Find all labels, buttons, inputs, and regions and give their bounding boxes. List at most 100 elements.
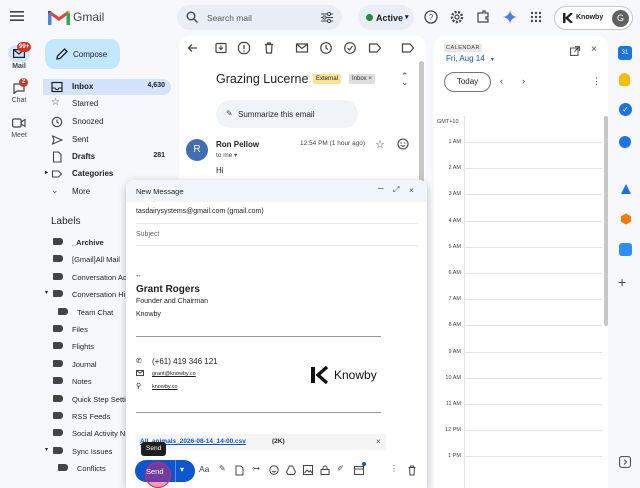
label-item[interactable]: Notes [43,373,131,389]
signature-pen-icon[interactable]: ✐ [337,464,344,473]
remove-attachment-icon[interactable]: × [376,437,381,446]
insert-photo-icon[interactable] [303,465,313,475]
more-options-icon[interactable]: ⋮ [390,464,398,473]
subject-field[interactable]: Subject [136,231,159,238]
insert-emoji-icon[interactable] [269,465,279,475]
add-task-icon[interactable] [343,41,357,55]
snooze-clock-icon[interactable] [319,41,333,55]
avatar[interactable]: G [612,10,629,27]
addon-triangle-icon[interactable] [620,183,632,195]
open-in-new-icon[interactable] [570,46,580,56]
rail-chat-label[interactable]: Chat [1,97,37,104]
label-item[interactable]: _Archive [43,234,131,250]
insert-link-icon[interactable]: ⊶ [252,464,260,473]
label-item[interactable]: Journal [43,356,131,372]
label-item[interactable]: Conflicts [48,460,136,476]
signature-web-link[interactable]: knowby.co [152,384,178,390]
to-field[interactable]: tasdairysystems@gmail.com (gmail.com) [136,208,264,215]
calendar-app-icon[interactable]: 31 [618,46,632,60]
expand-arrow-icon[interactable]: ▸ [45,169,48,176]
delete-icon[interactable] [262,41,276,55]
tasks-app-icon[interactable]: ✓ [619,103,632,116]
rail-meet-label[interactable]: Meet [1,132,37,139]
expand-arrow-icon[interactable]: ▾ [45,289,48,296]
gemini-icon[interactable] [503,10,517,24]
label-item[interactable]: RSS Feeds [43,408,131,424]
label-item[interactable]: Files [43,321,131,337]
settings-gear-icon[interactable] [450,10,464,24]
next-day-icon[interactable]: › [522,76,525,86]
close-icon[interactable]: × [409,185,414,195]
move-to-icon[interactable] [368,41,382,55]
addon-hexagon-icon[interactable] [620,213,632,225]
nav-item-snoozed[interactable]: Snoozed [43,114,171,130]
label-item[interactable]: Conversation Ac [43,269,131,285]
search-input[interactable]: Search mail [207,13,252,23]
zoom-addon-icon[interactable] [619,243,632,256]
previous-day-icon[interactable]: ‹ [500,76,503,86]
sender-name[interactable]: Ron Pellow [216,140,259,149]
signature-email-link[interactable]: grant@knowby.co [152,371,196,377]
attach-file-icon[interactable] [235,465,244,476]
expand-collapse-icon[interactable]: ⌃ ⌄ [401,72,409,87]
attachment-chip[interactable]: All_animals_2026-08-14_14-00.csv (2K) × [136,434,386,450]
label-item[interactable]: [Gmail]All Mail [43,251,131,267]
compose-button[interactable]: Compose [45,39,120,69]
discard-draft-icon[interactable] [407,465,417,476]
google-drive-icon[interactable] [286,465,296,475]
get-addons-icon[interactable]: + [618,274,626,290]
report-spam-icon[interactable] [237,41,251,55]
confidential-mode-icon[interactable] [320,465,330,475]
emoji-react-icon[interactable] [397,138,409,150]
meet-video-icon[interactable] [12,118,26,128]
help-icon[interactable]: ? [424,10,438,24]
rail-mail-label[interactable]: Mail [1,63,37,70]
minimize-icon[interactable]: – [378,183,384,194]
gmail-logo-icon[interactable] [48,9,70,25]
keep-app-icon[interactable] [619,73,630,86]
calendar-scrollbar[interactable] [604,116,608,326]
send-options-chevron-icon[interactable]: ▾ [180,465,184,474]
today-button[interactable]: Today [444,72,491,92]
search-options-icon[interactable] [321,12,333,23]
back-arrow-icon[interactable] [186,41,200,55]
label-item[interactable]: Social Activity N [43,425,131,441]
search-bar[interactable]: Search mail [177,5,342,30]
search-icon[interactable] [186,11,198,23]
nav-item-drafts[interactable]: Drafts 281 [43,149,171,165]
star-icon[interactable]: ☆ [375,138,385,151]
ai-write-icon[interactable]: ✎ [219,464,226,473]
nav-item-sent[interactable]: Sent [43,132,171,148]
close-icon[interactable]: × [591,44,597,55]
archive-icon[interactable] [214,41,228,55]
nav-item-starred[interactable]: ☆ Starred [43,96,171,112]
extension-icon[interactable] [476,10,490,24]
send-button[interactable]: Send [146,467,164,476]
mark-unread-icon[interactable] [295,41,309,55]
expand-arrow-icon[interactable]: ▾ [45,446,48,453]
collapse-side-panel-icon[interactable] [619,456,631,468]
label-item[interactable]: Sync Issues ▾ [43,443,131,459]
label-item[interactable]: Conversation Hi ▾ [43,286,131,302]
account-chip[interactable]: Knowby G [554,6,633,30]
label-icon[interactable] [401,41,415,55]
label-item[interactable]: Flights [43,338,131,354]
label-item[interactable]: Quick Step Setti [43,391,131,407]
summarize-email-button[interactable]: ✎ Summarize this email [216,100,358,128]
calendar-schedule-icon[interactable] [354,465,365,475]
main-menu-icon[interactable] [10,10,24,22]
contacts-app-icon[interactable] [619,136,631,148]
nav-item-inbox[interactable]: Inbox 4,630 [43,79,171,95]
inbox-badge[interactable]: Inbox × [349,74,375,84]
formatting-options-icon[interactable]: Aa [199,464,209,474]
sender-avatar[interactable]: R [186,139,208,161]
fullscreen-icon[interactable]: ⤢ [393,185,399,195]
chat-badge: 2 [19,78,28,87]
recipient-line[interactable]: to me ▾ [216,151,237,159]
compose-header[interactable]: New Message – ⤢ × [126,180,427,202]
status-chip[interactable]: Active ▾ [358,5,414,30]
more-options-icon[interactable]: ⋮ [592,76,601,87]
label-item[interactable]: Team Chat [48,304,136,320]
apps-grid-icon[interactable] [530,11,542,23]
calendar-date-picker[interactable]: Fri, Aug 14 ▾ [446,54,494,63]
